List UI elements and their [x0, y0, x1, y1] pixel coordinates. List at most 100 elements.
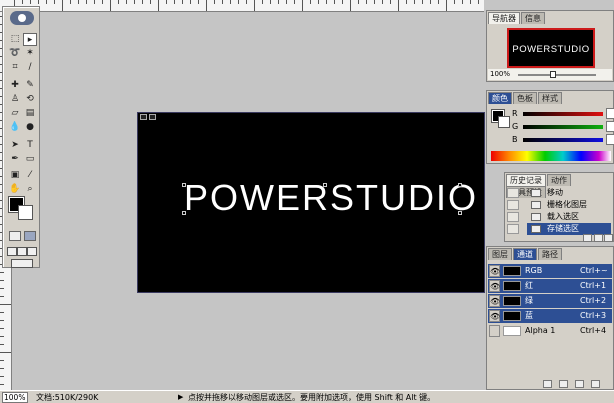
- color-panel-background-swatch[interactable]: [498, 116, 510, 128]
- background-color-swatch[interactable]: [18, 205, 33, 220]
- standard-screen-mode-icon[interactable]: [7, 247, 17, 256]
- blue-slider[interactable]: B: [512, 134, 614, 146]
- ruler-tick: [278, 0, 279, 4]
- new-channel-icon[interactable]: [575, 380, 584, 388]
- tab-layers[interactable]: 图层: [488, 248, 512, 260]
- navigator-tabs: 导航器 信息: [488, 12, 612, 25]
- tab-styles[interactable]: 样式: [538, 92, 562, 104]
- status-zoom-field[interactable]: 100%: [2, 392, 28, 403]
- eye-icon[interactable]: 👁: [489, 295, 500, 307]
- ruler-tick: [470, 0, 471, 4]
- document-size-info[interactable]: 文档:510K/290K: [36, 392, 98, 403]
- zoom-tool-icon[interactable]: ⌕: [23, 183, 37, 196]
- red-value-field[interactable]: [606, 108, 614, 119]
- selection-handle[interactable]: [458, 183, 462, 187]
- tab-color[interactable]: 颜色: [488, 92, 512, 104]
- history-item[interactable]: 移动: [507, 187, 611, 199]
- zoom-slider-knob[interactable]: [550, 71, 556, 78]
- type-tool-icon[interactable]: T: [23, 139, 37, 152]
- status-menu-arrow-icon[interactable]: ▶: [178, 391, 183, 403]
- channel-shortcut: Ctrl+4: [580, 326, 607, 335]
- channel-row-alpha[interactable]: · Alpha 1 Ctrl+4: [488, 324, 612, 338]
- channel-row-red[interactable]: 👁 红 Ctrl+1: [488, 279, 612, 293]
- horizontal-ruler[interactable]: [0, 0, 484, 12]
- marquee-tool-icon[interactable]: ⬚: [8, 33, 22, 46]
- jump-to-imageready-icon[interactable]: [11, 259, 33, 268]
- lasso-tool-icon[interactable]: ➰: [8, 47, 22, 60]
- eye-icon[interactable]: 👁: [489, 310, 500, 322]
- clone-stamp-tool-icon[interactable]: ♙: [8, 93, 22, 106]
- pen-tool-icon[interactable]: ✒: [8, 153, 22, 166]
- green-slider-bar[interactable]: [523, 125, 603, 129]
- notes-tool-icon[interactable]: ▣: [8, 169, 22, 182]
- quick-mask-mode-button[interactable]: [24, 231, 36, 241]
- history-item[interactable]: 载入选区: [507, 211, 611, 223]
- history-snapshot-checkbox[interactable]: [507, 200, 519, 210]
- color-panel: 颜色 色板 样式 R G B: [486, 90, 614, 164]
- new-snapshot-icon[interactable]: [594, 234, 603, 242]
- shape-tool-icon[interactable]: ▭: [23, 153, 37, 166]
- photoshop-logo-icon[interactable]: [10, 11, 34, 25]
- blur-tool-icon[interactable]: 💧: [8, 121, 22, 134]
- dodge-tool-icon[interactable]: ●: [23, 121, 37, 134]
- navigator-zoom-value[interactable]: 100%: [490, 70, 510, 78]
- red-slider[interactable]: R: [512, 108, 614, 120]
- blue-slider-bar[interactable]: [523, 138, 603, 142]
- selection-handle[interactable]: [458, 211, 462, 215]
- history-snapshot-checkbox[interactable]: [507, 212, 519, 222]
- channel-thumbnail: [503, 266, 521, 276]
- crop-tool-icon[interactable]: ⌗: [8, 61, 22, 74]
- magic-wand-tool-icon[interactable]: ✶: [23, 47, 37, 60]
- blue-value-field[interactable]: [606, 134, 614, 145]
- path-selection-tool-icon[interactable]: ➤: [8, 139, 22, 152]
- channel-row-blue[interactable]: 👁 蓝 Ctrl+3: [488, 309, 612, 323]
- red-slider-bar[interactable]: [523, 112, 603, 116]
- eyedropper-tool-icon[interactable]: ⁄: [23, 169, 37, 182]
- selection-handle[interactable]: [323, 183, 327, 187]
- channel-row-green[interactable]: 👁 绿 Ctrl+2: [488, 294, 612, 308]
- ruler-tick: [78, 0, 79, 4]
- document-canvas[interactable]: POWERSTUDIO: [137, 112, 485, 293]
- eraser-tool-icon[interactable]: ▱: [8, 107, 22, 120]
- hand-tool-icon[interactable]: ✋: [8, 183, 22, 196]
- healing-brush-tool-icon[interactable]: ✚: [8, 79, 22, 92]
- tab-actions[interactable]: 动作: [547, 174, 571, 186]
- save-selection-as-channel-icon[interactable]: [559, 380, 568, 388]
- ruler-tick: [342, 0, 343, 4]
- eye-icon[interactable]: 👁: [489, 265, 500, 277]
- navigator-thumbnail[interactable]: POWERSTUDIO: [507, 28, 595, 68]
- load-channel-as-selection-icon[interactable]: [543, 380, 552, 388]
- full-screen-menu-mode-icon[interactable]: [17, 247, 27, 256]
- ruler-tick: [0, 368, 4, 369]
- history-brush-tool-icon[interactable]: ⟲: [23, 93, 37, 106]
- zoom-slider-track[interactable]: [518, 74, 596, 76]
- tab-paths[interactable]: 路径: [538, 248, 562, 260]
- move-tool-icon[interactable]: ▸: [23, 33, 37, 46]
- selection-handle[interactable]: [182, 211, 186, 215]
- tab-swatches[interactable]: 色板: [513, 92, 537, 104]
- red-label: R: [512, 109, 518, 118]
- new-document-from-state-icon[interactable]: [583, 234, 592, 242]
- history-item[interactable]: 栅格化图层: [507, 199, 611, 211]
- history-snapshot-checkbox[interactable]: [507, 224, 519, 234]
- eye-icon[interactable]: ·: [489, 325, 500, 337]
- green-slider[interactable]: G: [512, 121, 614, 133]
- eye-icon[interactable]: 👁: [489, 280, 500, 292]
- tab-history[interactable]: 历史记录: [506, 174, 546, 186]
- selection-handle[interactable]: [182, 183, 186, 187]
- tab-info[interactable]: 信息: [521, 12, 545, 24]
- full-screen-mode-icon[interactable]: [27, 247, 37, 256]
- brush-tool-icon[interactable]: ✎: [23, 79, 37, 92]
- slice-tool-icon[interactable]: ∕: [23, 61, 37, 74]
- history-snapshot-checkbox[interactable]: [507, 188, 519, 198]
- green-value-field[interactable]: [606, 121, 614, 132]
- gradient-tool-icon[interactable]: ▤: [23, 107, 37, 120]
- standard-mode-button[interactable]: [9, 231, 21, 241]
- tab-channels[interactable]: 通道: [513, 248, 537, 260]
- delete-state-icon[interactable]: [604, 234, 613, 242]
- delete-channel-icon[interactable]: [591, 380, 600, 388]
- color-tabs: 颜色 色板 样式: [488, 92, 612, 105]
- tab-navigator[interactable]: 导航器: [488, 12, 520, 24]
- channel-row-rgb[interactable]: 👁 RGB Ctrl+~: [488, 264, 612, 278]
- color-spectrum-ramp[interactable]: [491, 151, 611, 161]
